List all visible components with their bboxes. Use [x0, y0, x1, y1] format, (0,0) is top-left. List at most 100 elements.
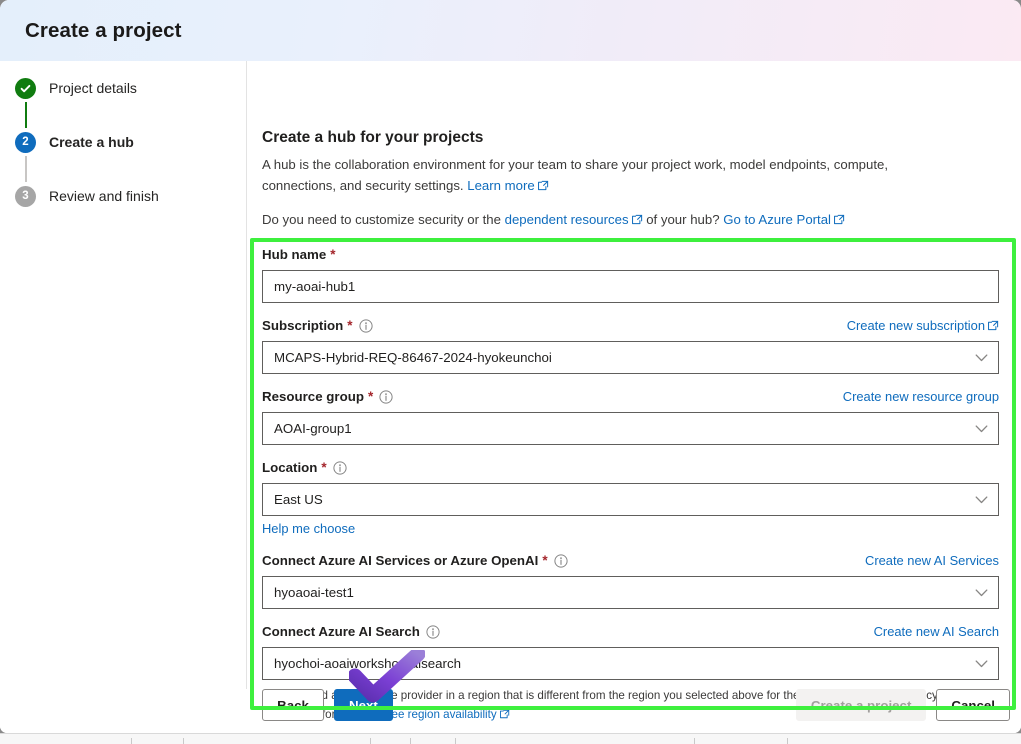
security-prompt-text-2: of your hub?: [646, 212, 720, 227]
label-location-text: Location: [262, 460, 318, 475]
create-new-subscription-link[interactable]: Create new subscription: [847, 318, 999, 334]
step-number-badge-3: 3: [15, 185, 36, 207]
field-head-ai-services: Connect Azure AI Services or Azure OpenA…: [262, 550, 999, 571]
label-ai-search: Connect Azure AI Search: [262, 624, 440, 639]
select-resource-group-value: AOAI-group1: [274, 421, 352, 436]
input-hub-name-value: my-aoai-hub1: [274, 279, 356, 294]
field-subscription: Subscription * Create new subscription M…: [262, 315, 999, 374]
required-asterisk: *: [330, 247, 336, 262]
field-head-subscription: Subscription * Create new subscription: [262, 315, 999, 336]
back-button[interactable]: Back: [262, 689, 324, 721]
external-link-icon: [834, 213, 845, 228]
taskbar-divider: [131, 738, 132, 744]
create-new-resource-group-label: Create new resource group: [842, 389, 999, 404]
hub-form: Hub name * my-aoai-hub1 Subscription * C…: [262, 244, 999, 725]
page-title: Create a project: [25, 18, 182, 42]
wizard-stepper: Project details 2 Create a hub 3 Review …: [0, 61, 247, 689]
create-new-ai-services-label: Create new AI Services: [865, 553, 999, 568]
dependent-resources-label: dependent resources: [504, 212, 629, 227]
dialog-footer: Back Next Create a project Cancel: [248, 689, 1021, 733]
step-complete-check-icon: [15, 77, 36, 99]
label-hub-name: Hub name *: [262, 247, 336, 262]
field-ai-services: Connect Azure AI Services or Azure OpenA…: [262, 550, 999, 609]
required-asterisk: *: [321, 460, 327, 475]
dialog-body: Project details 2 Create a hub 3 Review …: [0, 61, 1021, 733]
chevron-down-icon: [975, 350, 988, 365]
help-me-choose-link[interactable]: Help me choose: [262, 521, 355, 536]
chevron-down-icon: [975, 492, 988, 507]
info-icon[interactable]: [379, 389, 393, 404]
learn-more-label: Learn more: [467, 178, 535, 193]
security-prompt: Do you need to customize security or the…: [262, 212, 1021, 228]
external-link-icon: [631, 213, 643, 228]
field-head-ai-search: Connect Azure AI Search Create new AI Se…: [262, 621, 999, 642]
footer-left-buttons: Back Next: [262, 689, 393, 721]
create-project-dialog: Create a project Project details 2 Creat…: [0, 0, 1021, 733]
create-a-project-button[interactable]: Create a project: [795, 689, 927, 721]
select-location[interactable]: East US: [262, 483, 999, 516]
input-hub-name[interactable]: my-aoai-hub1: [262, 270, 999, 303]
external-link-icon: [537, 176, 549, 197]
field-resource-group: Resource group * Create new resource gro…: [262, 386, 999, 445]
taskbar-divider: [694, 738, 695, 744]
next-button[interactable]: Next: [334, 689, 393, 721]
footer-right-buttons: Create a project Cancel: [795, 689, 1010, 721]
field-head-hub-name: Hub name *: [262, 244, 999, 265]
field-head-location: Location *: [262, 457, 999, 478]
label-ai-search-text: Connect Azure AI Search: [262, 624, 420, 639]
main-content: Create a hub for your projects A hub is …: [248, 61, 1021, 228]
stepper-connector-2: [25, 156, 27, 182]
step-number-badge-2: 2: [15, 131, 36, 153]
chevron-down-icon: [975, 585, 988, 600]
select-resource-group[interactable]: AOAI-group1: [262, 412, 999, 445]
learn-more-link[interactable]: Learn more: [467, 178, 548, 193]
stepper-label-create-hub: Create a hub: [49, 134, 134, 150]
taskbar-sliver: [0, 733, 1021, 744]
field-location: Location * East US Help me choose: [262, 457, 999, 538]
chevron-down-icon: [975, 656, 988, 671]
info-icon[interactable]: [333, 460, 347, 475]
label-resource-group: Resource group *: [262, 389, 393, 404]
azure-portal-link[interactable]: Go to Azure Portal: [723, 212, 845, 227]
info-icon[interactable]: [554, 553, 568, 568]
taskbar-divider: [183, 738, 184, 744]
select-ai-search[interactable]: hyochoi-aoaiworkshop-aisearch: [262, 647, 999, 680]
select-ai-search-value: hyochoi-aoaiworkshop-aisearch: [274, 656, 461, 671]
taskbar-divider: [455, 738, 456, 744]
create-new-subscription-label: Create new subscription: [846, 317, 985, 333]
info-icon[interactable]: [426, 624, 440, 639]
create-new-ai-services-link[interactable]: Create new AI Services: [865, 553, 999, 568]
stepper-item-project-details[interactable]: Project details: [0, 74, 246, 102]
select-ai-services[interactable]: hyoaoai-test1: [262, 576, 999, 609]
chevron-down-icon: [975, 421, 988, 436]
field-head-resource-group: Resource group * Create new resource gro…: [262, 386, 999, 407]
section-description-text: A hub is the collaboration environment f…: [262, 157, 889, 193]
stepper-label-review-finish: Review and finish: [49, 188, 159, 204]
section-description: A hub is the collaboration environment f…: [262, 154, 952, 197]
label-subscription: Subscription *: [262, 318, 373, 333]
stepper-item-create-hub[interactable]: 2 Create a hub: [0, 128, 246, 156]
select-subscription-value: MCAPS-Hybrid-REQ-86467-2024-hyokeunchoi: [274, 350, 552, 365]
taskbar-divider: [410, 738, 411, 744]
security-prompt-text-1: Do you need to customize security or the: [262, 212, 501, 227]
select-subscription[interactable]: MCAPS-Hybrid-REQ-86467-2024-hyokeunchoi: [262, 341, 999, 374]
select-location-value: East US: [274, 492, 323, 507]
section-heading: Create a hub for your projects: [262, 129, 484, 146]
required-asterisk: *: [367, 389, 374, 404]
cancel-button[interactable]: Cancel: [936, 689, 1010, 721]
stepper-connector-1: [25, 102, 27, 128]
azure-portal-label: Go to Azure Portal: [723, 212, 831, 227]
taskbar-divider: [370, 738, 371, 744]
label-resource-group-text: Resource group: [262, 389, 364, 404]
create-new-ai-search-link[interactable]: Create new AI Search: [874, 624, 999, 639]
select-ai-services-value: hyoaoai-test1: [274, 585, 354, 600]
dependent-resources-link[interactable]: dependent resources: [505, 212, 643, 227]
screen-root: Create a project Project details 2 Creat…: [0, 0, 1021, 744]
create-new-resource-group-link[interactable]: Create new resource group: [843, 389, 999, 404]
info-icon[interactable]: [358, 318, 373, 333]
stepper-item-review-finish[interactable]: 3 Review and finish: [0, 182, 246, 210]
external-link-icon: [988, 319, 999, 334]
label-ai-services-text: Connect Azure AI Services or Azure OpenA…: [262, 553, 539, 568]
help-me-choose-label: Help me choose: [262, 521, 356, 536]
taskbar-divider: [787, 738, 788, 744]
